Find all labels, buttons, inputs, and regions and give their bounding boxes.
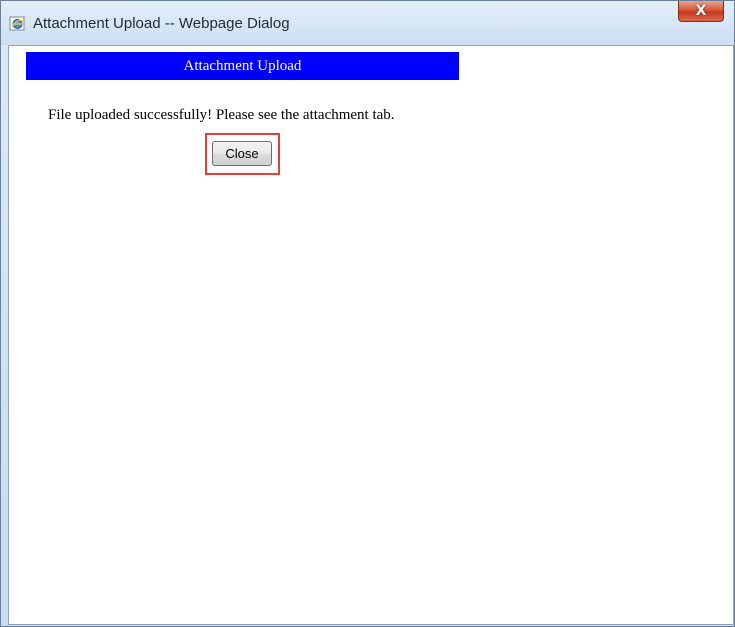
close-icon: X bbox=[695, 3, 707, 19]
window-close-button[interactable]: X bbox=[678, 1, 724, 22]
title-bar[interactable]: Attachment Upload -- Webpage Dialog X bbox=[1, 1, 734, 45]
close-button[interactable]: Close bbox=[212, 141, 272, 166]
ie-globe-icon bbox=[9, 15, 26, 32]
window-title: Attachment Upload -- Webpage Dialog bbox=[33, 15, 290, 32]
status-message: File uploaded successfully! Please see t… bbox=[48, 107, 395, 123]
page-header: Attachment Upload bbox=[26, 52, 459, 80]
dialog-content: Attachment Upload File uploaded successf… bbox=[8, 45, 734, 625]
dialog-window: Attachment Upload -- Webpage Dialog X At… bbox=[0, 0, 735, 627]
